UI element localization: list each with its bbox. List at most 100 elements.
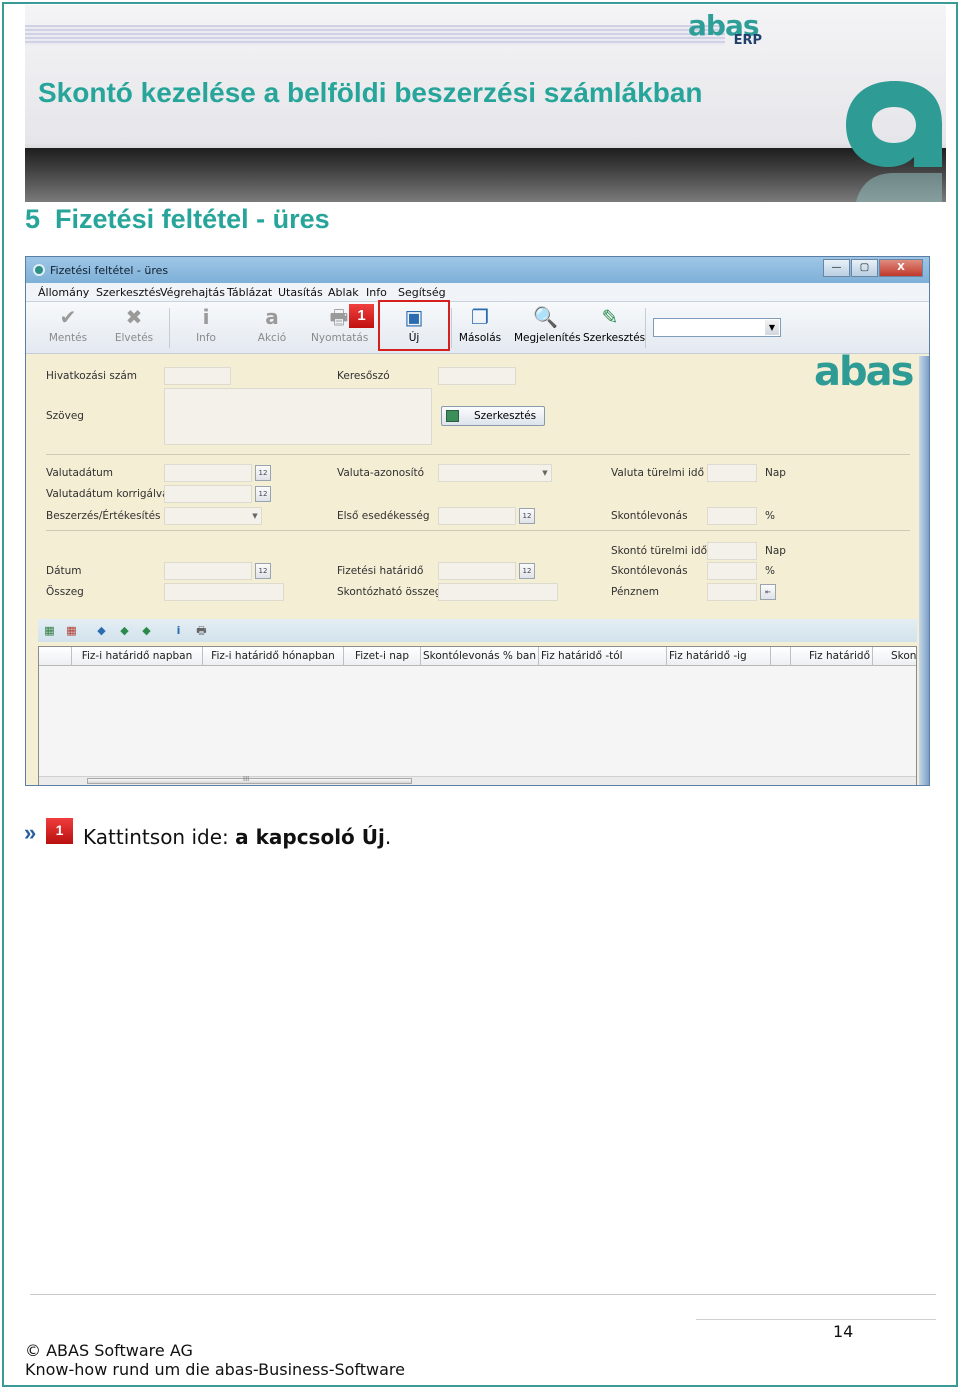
tool-megjelenites[interactable]: 🔍 Megjelenítés xyxy=(514,305,581,350)
chevron-down-icon[interactable]: ▼ xyxy=(249,508,261,524)
minimize-button[interactable]: — xyxy=(823,259,850,277)
window-right-edge xyxy=(919,356,929,785)
move-up-icon[interactable]: ◆ xyxy=(95,624,108,637)
input-fizetesi-hatarido[interactable] xyxy=(438,562,516,580)
table-header-cell[interactable]: Fiz határidő -ig xyxy=(667,647,771,666)
form-separator xyxy=(46,454,910,455)
section-heading: 5 Fizetési feltétel - üres xyxy=(25,204,330,235)
lookup-icon[interactable]: ⇤ xyxy=(760,584,776,600)
input-kereszo[interactable] xyxy=(438,367,516,385)
table-header-cell[interactable]: Skontólevonás % ban xyxy=(421,647,539,666)
input-skontolevonas-1[interactable] xyxy=(707,507,757,525)
calendar-icon[interactable]: 12 xyxy=(519,508,535,524)
printer-icon: 🖶 xyxy=(329,305,349,329)
label-skonto-turelmi-ido: Skontó türelmi idő xyxy=(611,545,708,557)
maximize-button[interactable]: ▢ xyxy=(851,259,878,277)
label-nap-2: Nap xyxy=(765,545,786,557)
label-szoveg: Szöveg xyxy=(46,410,84,422)
input-datum[interactable] xyxy=(164,562,252,580)
textarea-szoveg[interactable] xyxy=(164,388,432,445)
chevron-down-icon[interactable]: ▼ xyxy=(539,465,551,481)
insert-row-icon[interactable]: ▦ xyxy=(43,624,56,637)
input-osszeg[interactable] xyxy=(164,583,284,601)
menu-ablak[interactable]: Ablak xyxy=(328,286,359,299)
calendar-icon[interactable]: 12 xyxy=(519,563,535,579)
menu-info[interactable]: Info xyxy=(366,286,387,299)
close-button[interactable]: X xyxy=(879,259,923,277)
label-nap-1: Nap xyxy=(765,467,786,479)
app-window: Fizetési feltétel - üres — ▢ X Állomány … xyxy=(25,256,930,786)
table-header-cell[interactable]: Fiz-i határidő napban xyxy=(72,647,203,666)
edit-icon xyxy=(446,410,459,422)
info-icon[interactable]: i xyxy=(172,624,185,637)
menu-utasitas[interactable]: Utasítás xyxy=(278,286,323,299)
select-beszerzes-ertekesites[interactable] xyxy=(164,507,262,525)
chevron-down-icon[interactable]: ▼ xyxy=(765,320,779,335)
edit-pencil-icon: ✎ xyxy=(601,305,619,329)
input-skonto-turelmi-ido[interactable] xyxy=(707,542,757,560)
input-valuta-turelmi-ido[interactable] xyxy=(707,464,757,482)
table-header-cell[interactable]: Skon xyxy=(873,647,918,666)
menu-szerkesztes[interactable]: Szerkesztés xyxy=(96,286,161,299)
input-valutadatum-korrigalva[interactable] xyxy=(164,485,252,503)
menu-tablazat[interactable]: Táblázat xyxy=(227,286,272,299)
table-header-cell[interactable]: Fiz határidő -tól xyxy=(539,647,667,666)
tool-akcio[interactable]: a Akció xyxy=(252,306,292,350)
header-banner: Skontó kezelése a belföldi beszerzési sz… xyxy=(25,5,946,202)
input-hivatkozasi-szam[interactable] xyxy=(164,367,231,385)
label-percent-1: % xyxy=(765,510,775,522)
section-number: 5 xyxy=(25,204,41,234)
label-hivatkozasi-szam: Hivatkozási szám xyxy=(46,370,138,382)
toolbar-separator xyxy=(451,308,452,348)
calendar-icon[interactable]: 12 xyxy=(255,486,271,502)
label-skontozhato-osszeg: Skontózható összeg xyxy=(337,586,442,598)
input-penznem[interactable] xyxy=(707,583,757,601)
footer-divider xyxy=(30,1294,936,1295)
label-percent-2: % xyxy=(765,565,775,577)
magnifier-icon: 🔍 xyxy=(533,305,558,329)
select-valuta-azonosito[interactable] xyxy=(438,464,552,482)
tool-info[interactable]: i Info xyxy=(186,306,226,350)
toolbar-combo[interactable]: ▼ xyxy=(653,318,781,337)
horizontal-scrollbar[interactable]: III xyxy=(39,775,916,785)
printer-icon[interactable]: 🖶 xyxy=(195,624,208,637)
tool-elvetes[interactable]: ✖ Elvetés xyxy=(112,306,156,350)
label-osszeg: Összeg xyxy=(46,586,84,598)
move-down-icon[interactable]: ◆ xyxy=(140,624,153,637)
label-valuta-azonosito: Valuta-azonosító xyxy=(337,467,425,479)
step-marker-badge: 1 xyxy=(349,304,374,328)
table-header-cell[interactable]: Fiz-i határidő hónapban xyxy=(203,647,344,666)
calendar-icon[interactable]: 12 xyxy=(255,465,271,481)
copy-row-icon[interactable]: ◆ xyxy=(118,624,131,637)
label-kereszo: Keresőszó xyxy=(337,370,390,382)
table-header-cell[interactable]: Fiz határidő xyxy=(791,647,873,666)
menu-allomany[interactable]: Állomány xyxy=(38,286,89,299)
input-skontozhato-osszeg[interactable] xyxy=(438,583,558,601)
tool-mentes[interactable]: ✔ Mentés xyxy=(46,306,90,350)
delete-row-icon[interactable]: ▦ xyxy=(65,624,78,637)
abas-erp-logo: abas ERP xyxy=(688,9,762,48)
app-icon xyxy=(33,264,45,276)
menu-vegrehajtas[interactable]: Végrehajtás xyxy=(160,286,225,299)
input-elso-esedekesseg[interactable] xyxy=(438,507,516,525)
label-datum: Dátum xyxy=(46,565,82,577)
label-valuta-turelmi-ido: Valuta türelmi idő xyxy=(611,467,704,479)
label-skontolevonas-2: Skontólevonás xyxy=(611,565,688,577)
input-valutadatum[interactable] xyxy=(164,464,252,482)
scrollbar-thumb[interactable]: III xyxy=(87,775,412,784)
window-title: Fizetési feltétel - üres xyxy=(50,264,169,277)
calendar-icon[interactable]: 12 xyxy=(255,563,271,579)
cross-icon: ✖ xyxy=(125,305,143,329)
input-skontolevonas-2[interactable] xyxy=(707,562,757,580)
tool-masolas[interactable]: ❐ Másolás xyxy=(458,306,502,350)
tool-szerkesztes[interactable]: ✎ Szerkesztés xyxy=(583,305,645,350)
table: Fiz-i határidő napban Fiz-i határidő hón… xyxy=(38,646,917,785)
window-controls: — ▢ X xyxy=(823,259,923,277)
table-header-row: Fiz-i határidő napban Fiz-i határidő hón… xyxy=(39,647,916,666)
scrollbar-grip: III xyxy=(243,775,250,783)
menu-segitseg[interactable]: Segítség xyxy=(398,286,446,299)
table-header-cell[interactable]: Fizet-i nap xyxy=(344,647,421,666)
page-number: 14 xyxy=(833,1322,854,1341)
szerkesztes-button[interactable]: Szerkesztés xyxy=(441,406,545,426)
abas-a-icon: a xyxy=(265,305,279,329)
